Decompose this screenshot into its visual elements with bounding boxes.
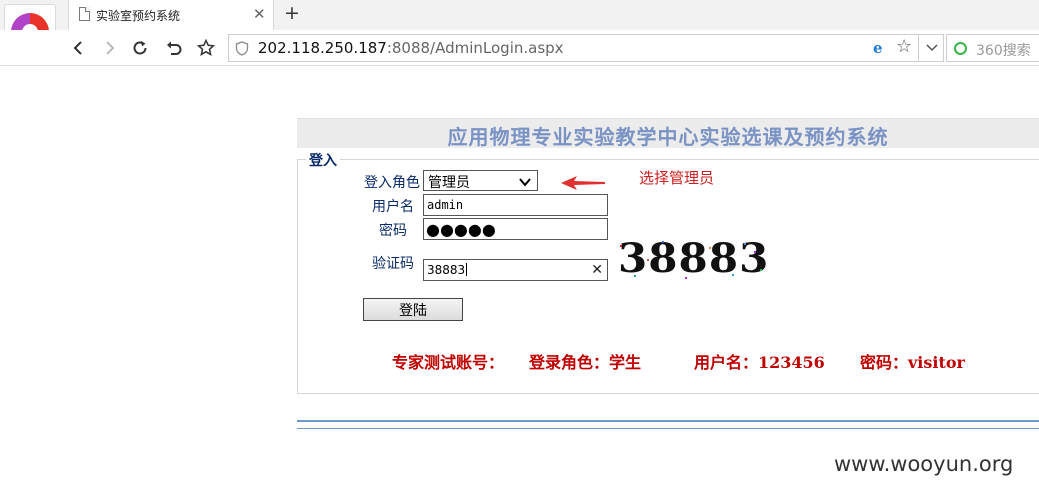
chevron-down-icon — [519, 176, 531, 191]
bookmark-star-icon[interactable] — [193, 35, 219, 61]
shield-icon — [235, 41, 249, 60]
login-button[interactable]: 登陆 — [363, 298, 463, 321]
back-icon[interactable] — [66, 35, 92, 61]
watermark: www.wooyun.org — [834, 452, 1014, 476]
username-value: admin — [427, 198, 464, 212]
password-input[interactable]: ●●●●● — [423, 218, 608, 240]
password-mask: ●●●●● — [426, 220, 496, 239]
username-input[interactable]: admin — [423, 194, 608, 216]
search-engine-icon — [954, 42, 967, 55]
ie-compat-icon[interactable]: e — [873, 40, 883, 57]
test-account-user: 用户名：123456 — [694, 353, 825, 372]
page-title: 应用物理专业实验教学中心实验选课及预约系统 — [447, 125, 889, 149]
captcha-image-text: 38883 — [618, 235, 770, 282]
favorite-star-icon[interactable]: ☆ — [896, 37, 912, 57]
password-label: 密码 — [379, 223, 407, 239]
search-placeholder: 360搜索 — [976, 43, 1031, 59]
captcha-input-value: 38883 — [427, 263, 468, 277]
captcha-label: 验证码 — [372, 256, 414, 272]
divider-line — [297, 420, 1039, 422]
divider-line-thin — [297, 428, 1039, 429]
undo-icon[interactable] — [161, 35, 187, 61]
browser-toolbar: 202.118.250.187:8088/AdminLogin.aspx e ☆… — [0, 30, 1039, 66]
tab-close-icon[interactable]: ✕ — [253, 5, 266, 23]
test-account-prefix: 专家测试账号： — [392, 353, 505, 372]
test-account-password: 密码：visitor — [860, 353, 965, 372]
test-account-role: 登录角色：学生 — [529, 353, 642, 372]
clear-icon[interactable]: ✕ — [591, 261, 603, 279]
login-legend: 登入 — [306, 150, 340, 170]
address-bar[interactable]: 202.118.250.187:8088/AdminLogin.aspx e ☆ — [228, 34, 944, 62]
tab-active[interactable]: 实验室预约系统 ✕ — [68, 0, 274, 30]
search-box[interactable]: 360搜索 — [946, 34, 1039, 62]
new-tab-icon[interactable]: + — [284, 2, 300, 24]
url-path: :8088/AdminLogin.aspx — [386, 39, 564, 57]
tab-title: 实验室预约系统 — [96, 9, 181, 23]
captcha-image[interactable]: 38883 — [614, 235, 768, 282]
role-select[interactable]: 管理员 — [423, 170, 538, 191]
page-icon — [79, 7, 90, 21]
role-label: 登入角色 — [364, 175, 420, 191]
system-header: 应用物理专业实验教学中心实验选课及预约系统 — [297, 118, 1039, 149]
url-host: 202.118.250.187 — [258, 39, 387, 57]
captcha-input[interactable]: 38883 ✕ — [423, 259, 608, 281]
annotation-note: 选择管理员 — [639, 169, 715, 187]
address-dropdown-icon[interactable] — [918, 35, 944, 61]
url-text[interactable]: 202.118.250.187:8088/AdminLogin.aspx — [258, 39, 564, 57]
reload-icon[interactable] — [127, 35, 153, 61]
username-label: 用户名 — [372, 199, 414, 215]
role-selected-value: 管理员 — [428, 175, 470, 191]
annotation-arrow-icon — [561, 176, 605, 190]
forward-icon[interactable] — [96, 35, 122, 61]
